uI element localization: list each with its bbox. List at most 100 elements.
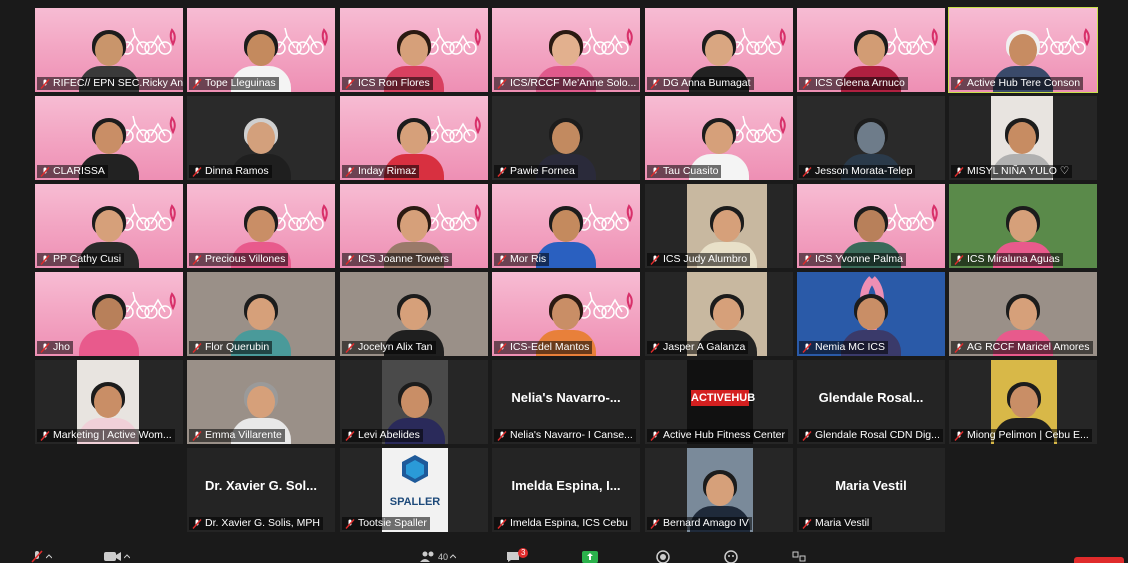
- participant-name-label: Maria Vestil: [799, 517, 873, 530]
- participant-name: Active Hub Tere Conson: [967, 77, 1081, 89]
- participant-name: Bernard Amago IV: [663, 517, 749, 529]
- mic-muted-icon: [497, 78, 507, 89]
- participant-tile[interactable]: ICS/RCCF Me'Anne Solo...: [492, 8, 640, 92]
- participant-name-placeholder: Dr. Xavier G. Sol...: [205, 478, 317, 493]
- participant-name-label: ICS Judy Alumbro: [647, 253, 751, 266]
- start-video-button[interactable]: [104, 550, 130, 563]
- participant-name-label: Jocelyn Alix Tan: [342, 341, 436, 354]
- participant-tile[interactable]: ICS Yvonne Palma: [797, 184, 945, 268]
- participant-tile[interactable]: Precious Villones: [187, 184, 335, 268]
- participant-tile[interactable]: Jesson Morata-Telep: [797, 96, 945, 180]
- participant-tile[interactable]: Levi Abelides: [340, 360, 488, 444]
- mic-muted-icon: [954, 166, 964, 177]
- participant-name: Active Hub Fitness Center: [663, 429, 785, 441]
- mic-muted-icon: [802, 78, 812, 89]
- participant-name-label: Active Hub Tere Conson: [951, 77, 1084, 90]
- apps-button[interactable]: [792, 550, 806, 563]
- participant-tile[interactable]: Tope Lleguinas: [187, 8, 335, 92]
- mic-muted-icon: [345, 342, 355, 353]
- participants-button[interactable]: 40: [420, 550, 457, 563]
- participant-tile[interactable]: RIFEC// EPN SEC.Ricky An...: [35, 8, 183, 92]
- participant-name-label: DG Anna Bumagat: [647, 77, 754, 90]
- participant-tile[interactable]: Jho: [35, 272, 183, 356]
- participant-name-label: ICS Ron Flores: [342, 77, 433, 90]
- participant-tile[interactable]: ICS Miraluna Aguas: [949, 184, 1097, 268]
- participant-tile[interactable]: ICS Judy Alumbro: [645, 184, 793, 268]
- participant-tile[interactable]: Flor Querubin: [187, 272, 335, 356]
- participant-name: RIFEC// EPN SEC.Ricky An...: [53, 77, 183, 89]
- mic-muted-icon: [802, 254, 812, 265]
- participant-tile[interactable]: ICS-Edel Mantos: [492, 272, 640, 356]
- participant-tile[interactable]: Jasper A Galanza: [645, 272, 793, 356]
- participant-tile[interactable]: Marketing | Active Wom...: [35, 360, 183, 444]
- end-meeting-button[interactable]: [1074, 557, 1124, 563]
- mic-muted-icon: [650, 166, 660, 177]
- participant-name-label: Emma Villarente: [189, 429, 285, 442]
- chevron-up-icon[interactable]: [124, 553, 130, 560]
- participant-tile[interactable]: SPALLER Tootsie Spaller: [340, 448, 488, 532]
- participant-name: Glendale Rosal CDN Dig...: [815, 429, 940, 441]
- participant-name-label: Miong Pelimon | Cebu E...: [951, 429, 1092, 442]
- participant-name: Inday Rimaz: [358, 165, 417, 177]
- mic-muted-icon: [345, 166, 355, 177]
- mic-muted-icon: [650, 254, 660, 265]
- participant-tile[interactable]: Emma Villarente: [187, 360, 335, 444]
- participant-tile[interactable]: ICS Ron Flores: [340, 8, 488, 92]
- participant-name-label: Marketing | Active Wom...: [37, 429, 175, 442]
- participant-tile[interactable]: DG Anna Bumagat: [645, 8, 793, 92]
- participant-name-label: ICS Gleena Arnuco: [799, 77, 908, 90]
- participant-tile[interactable]: ACTIVEHUB Active Hub Fitness Center: [645, 360, 793, 444]
- mic-muted-icon: [954, 78, 964, 89]
- participant-name: Mor Ris: [510, 253, 547, 265]
- participant-name: ICS/RCCF Me'Anne Solo...: [510, 77, 637, 89]
- participant-tile[interactable]: Active Hub Tere Conson: [948, 7, 1098, 93]
- participant-name: MISYL NIÑA YULO ♡: [967, 165, 1070, 177]
- participant-name: Flor Querubin: [205, 341, 270, 353]
- participant-name: ICS Gleena Arnuco: [815, 77, 905, 89]
- participant-tile[interactable]: Bernard Amago IV: [645, 448, 793, 532]
- mic-muted-icon: [40, 430, 50, 441]
- participant-name: Jesson Morata-Telep: [815, 165, 913, 177]
- chat-button[interactable]: 3: [506, 548, 529, 563]
- mic-muted-icon: [192, 430, 202, 441]
- mic-muted-icon: [345, 430, 355, 441]
- participant-tile[interactable]: CLARISSA: [35, 96, 183, 180]
- participant-name-label: Jesson Morata-Telep: [799, 165, 916, 178]
- participant-tile[interactable]: MISYL NIÑA YULO ♡: [949, 96, 1097, 180]
- record-button[interactable]: [656, 550, 670, 563]
- participant-tile[interactable]: Maria Vestil Maria Vestil: [797, 448, 945, 532]
- participant-tile[interactable]: Dr. Xavier G. Sol... Dr. Xavier G. Solis,…: [187, 448, 335, 532]
- participant-tile[interactable]: Pawie Fornea: [492, 96, 640, 180]
- participant-tile[interactable]: Glendale Rosal... Glendale Rosal CDN Dig.…: [797, 360, 945, 444]
- unmute-button[interactable]: [30, 550, 52, 563]
- participant-tile[interactable]: ICS Joanne Towers: [340, 184, 488, 268]
- participant-tile[interactable]: Dinna Ramos: [187, 96, 335, 180]
- mic-muted-icon: [31, 550, 43, 563]
- participant-name: Nelia's Navarro- I Canse...: [510, 429, 633, 441]
- participant-tile[interactable]: Miong Pelimon | Cebu E...: [949, 360, 1097, 444]
- participant-name: Tau Cuasito: [663, 165, 719, 177]
- participant-name: Levi Abelides: [358, 429, 420, 441]
- participant-tile[interactable]: Nemia MC ICS: [797, 272, 945, 356]
- participant-name: DG Anna Bumagat: [663, 77, 751, 89]
- share-screen-icon: [582, 550, 598, 563]
- participant-tile[interactable]: Nelia's Navarro-... Nelia's Navarro- I Ca…: [492, 360, 640, 444]
- participant-tile[interactable]: Imelda Espina, I... Imelda Espina, ICS Ce…: [492, 448, 640, 532]
- chevron-up-icon[interactable]: [46, 553, 52, 560]
- chevron-up-icon[interactable]: [450, 553, 457, 560]
- participant-tile[interactable]: Inday Rimaz: [340, 96, 488, 180]
- reactions-button[interactable]: [724, 550, 738, 563]
- share-screen-button[interactable]: [582, 550, 598, 563]
- participant-tile[interactable]: Tau Cuasito: [645, 96, 793, 180]
- participant-name-label: ICS Yvonne Palma: [799, 253, 906, 266]
- participant-tile[interactable]: Mor Ris: [492, 184, 640, 268]
- participants-icon: [420, 551, 434, 562]
- participant-name: PP Cathy Cusi: [53, 253, 122, 265]
- participant-name-label: Dinna Ramos: [189, 165, 272, 178]
- participant-tile[interactable]: ICS Gleena Arnuco: [797, 8, 945, 92]
- participant-tile[interactable]: Jocelyn Alix Tan: [340, 272, 488, 356]
- participant-tile[interactable]: AG RCCF Maricel Amores: [949, 272, 1097, 356]
- mic-muted-icon: [954, 342, 964, 353]
- participant-tile[interactable]: PP Cathy Cusi: [35, 184, 183, 268]
- participant-name: CLARISSA: [53, 165, 105, 177]
